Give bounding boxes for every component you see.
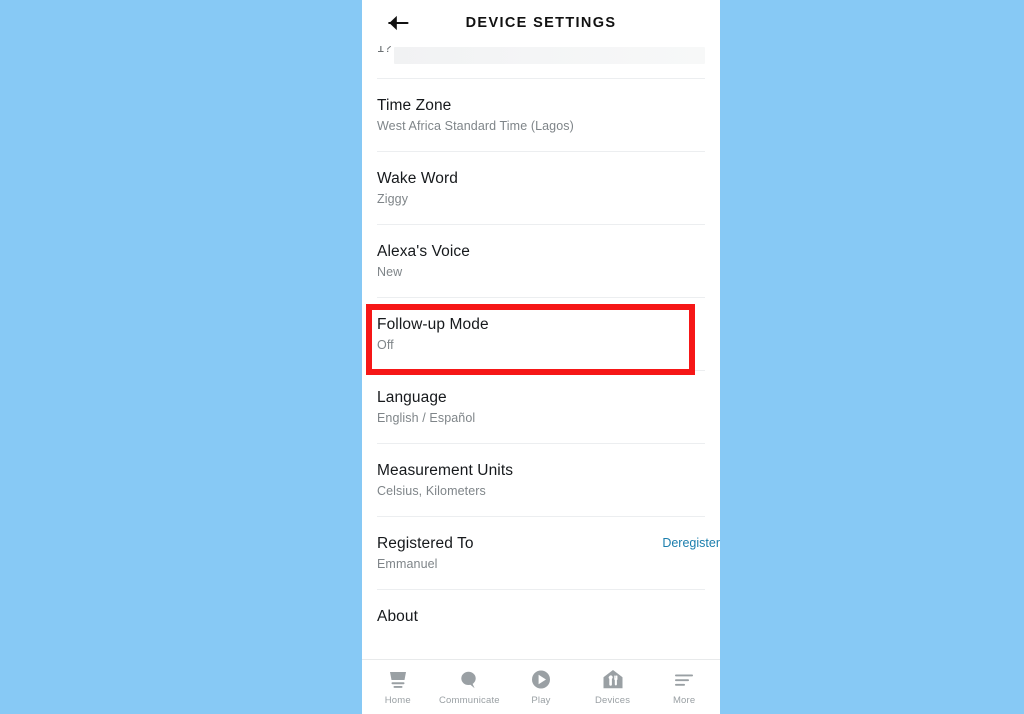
bottom-navigation-bar: Home Communicate Play Devices More	[362, 659, 720, 714]
settings-list: 1? Time Zone West Africa Standard Time (…	[362, 40, 720, 646]
row-title: Language	[377, 389, 447, 406]
row-subtitle: New	[377, 265, 403, 279]
row-subtitle: Emmanuel	[377, 557, 438, 571]
row-subtitle: Celsius, Kilometers	[377, 484, 486, 498]
page-title: DEVICE SETTINGS	[465, 15, 617, 31]
settings-row-wake-word[interactable]: Wake Word Ziggy	[362, 152, 720, 224]
nav-item-devices[interactable]: Devices	[577, 660, 649, 706]
redaction-bar	[394, 47, 705, 64]
house-tools-icon	[600, 668, 626, 692]
row-subtitle: Ziggy	[377, 192, 409, 206]
settings-row-language[interactable]: Language English / Español	[362, 371, 720, 443]
nav-label: Communicate	[438, 695, 500, 706]
settings-row-measurement-units[interactable]: Measurement Units Celsius, Kilometers	[362, 444, 720, 516]
phone-screen: DEVICE SETTINGS 1? Time Zone West Africa…	[362, 0, 720, 714]
clipped-redacted-row: 1?	[362, 40, 720, 78]
nav-item-home[interactable]: Home	[362, 660, 434, 706]
nav-item-communicate[interactable]: Communicate	[434, 660, 506, 706]
settings-row-time-zone[interactable]: Time Zone West Africa Standard Time (Lag…	[362, 79, 720, 151]
hamburger-lines-icon	[671, 668, 697, 692]
echo-device-icon	[385, 668, 411, 692]
nav-label: Devices	[594, 695, 631, 706]
deregister-link[interactable]: Deregister	[662, 536, 720, 550]
nav-label: More	[672, 695, 696, 706]
row-title: About	[377, 608, 419, 625]
row-subtitle: Off	[377, 338, 394, 352]
row-subtitle: English / Español	[377, 411, 476, 425]
row-title: Registered To	[377, 535, 474, 552]
row-title: Wake Word	[377, 170, 459, 187]
app-header: DEVICE SETTINGS	[362, 0, 720, 46]
settings-row-registered-to[interactable]: Registered To Emmanuel Deregister	[362, 517, 720, 589]
arrow-left-icon	[388, 15, 409, 31]
back-button[interactable]	[383, 8, 413, 38]
row-title: Follow-up Mode	[377, 316, 489, 333]
settings-row-alexas-voice[interactable]: Alexa's Voice New	[362, 225, 720, 297]
settings-row-about[interactable]: About	[362, 590, 720, 646]
play-circle-icon	[528, 668, 554, 692]
nav-item-more[interactable]: More	[648, 660, 720, 706]
nav-label: Play	[531, 695, 551, 706]
row-title: Measurement Units	[377, 462, 514, 479]
row-subtitle: West Africa Standard Time (Lagos)	[377, 119, 574, 133]
settings-row-follow-up-mode[interactable]: Follow-up Mode Off	[362, 298, 720, 370]
nav-label: Home	[384, 695, 411, 706]
row-title: Alexa's Voice	[377, 243, 471, 260]
nav-item-play[interactable]: Play	[505, 660, 577, 706]
speech-bubble-icon	[456, 668, 482, 692]
row-title: Time Zone	[377, 97, 452, 114]
